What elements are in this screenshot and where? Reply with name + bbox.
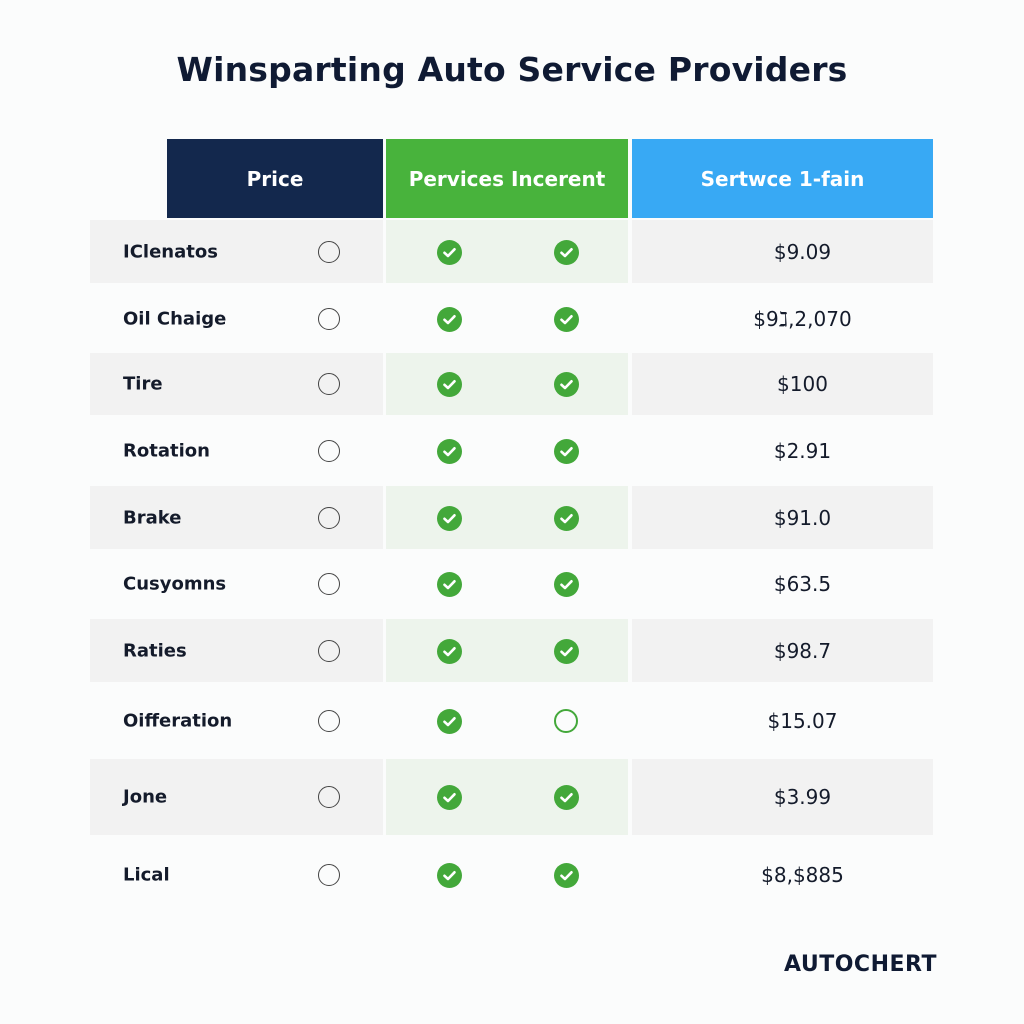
service-name-cell: Brake xyxy=(90,486,383,549)
price-value: $9.09 xyxy=(773,239,832,264)
radio-button[interactable] xyxy=(318,709,340,732)
price-value: $91.0 xyxy=(773,505,832,530)
check-circle-icon[interactable] xyxy=(437,505,462,531)
check-circle-icon[interactable] xyxy=(437,372,462,397)
table-row: IClenatos $9.09 xyxy=(90,220,933,283)
price-cell: $91.0 xyxy=(632,486,933,549)
service-name-cell: Tire xyxy=(90,353,383,415)
price-cell: $15.07 xyxy=(632,686,933,755)
check-circle-icon[interactable] xyxy=(554,505,579,531)
price-cell: $98.7 xyxy=(632,619,933,682)
service-name: Cusyomns xyxy=(123,573,227,595)
table-row: Tire $100 xyxy=(90,353,933,415)
table-row: Brake $91.0 xyxy=(90,486,933,549)
price-value: $8,$885 xyxy=(761,863,844,887)
check-circle-icon[interactable] xyxy=(437,708,462,734)
service-name-cell: Oil Chaige xyxy=(90,287,383,350)
check-circle-icon[interactable] xyxy=(554,306,579,332)
table-row: Rotation $2.91 xyxy=(90,419,933,482)
radio-button[interactable] xyxy=(318,373,340,395)
services-included-cell xyxy=(386,686,628,755)
price-value: $63.5 xyxy=(773,572,832,596)
price-cell: $9.09 xyxy=(632,220,933,283)
check-circle-icon[interactable] xyxy=(554,863,579,888)
column-header-price-label: Price xyxy=(246,166,304,191)
page-title: Winsparting Auto Service Providers xyxy=(176,50,848,89)
check-circle-icon[interactable] xyxy=(437,239,462,265)
price-cell: $3.99 xyxy=(632,759,933,835)
check-circle-icon[interactable] xyxy=(437,306,462,332)
price-value: $98.7 xyxy=(773,638,832,663)
column-header-price[interactable]: Price xyxy=(167,139,383,218)
column-header-service-alt-label: Sertwce 1-fain xyxy=(700,166,865,191)
services-included-cell xyxy=(386,619,628,682)
table-row: Raties $98.7 xyxy=(90,619,933,682)
services-included-cell xyxy=(386,759,628,835)
check-circle-icon[interactable] xyxy=(554,785,579,810)
service-name-cell: IClenatos xyxy=(90,220,383,283)
service-name-cell: Jone xyxy=(90,759,383,835)
price-value: $15.07 xyxy=(767,708,838,733)
service-name: Brake xyxy=(123,507,182,528)
check-circle-icon[interactable] xyxy=(554,239,579,265)
brand-logo: AUTOCHERT xyxy=(784,952,937,977)
service-name: Tire xyxy=(123,373,163,395)
service-name: Rotation xyxy=(123,440,210,461)
check-circle-icon[interactable] xyxy=(554,638,579,664)
services-included-cell xyxy=(386,486,628,549)
service-name-cell: Cusyomns xyxy=(90,553,383,615)
check-circle-icon[interactable] xyxy=(437,785,462,810)
check-circle-icon[interactable] xyxy=(437,572,462,597)
price-cell: $9ℷ,2,070 xyxy=(632,287,933,350)
radio-button[interactable] xyxy=(318,439,340,462)
radio-button[interactable] xyxy=(318,639,340,662)
service-name-cell: Rotation xyxy=(90,419,383,482)
price-cell: $100 xyxy=(632,353,933,415)
services-included-cell xyxy=(386,553,628,615)
radio-button[interactable] xyxy=(318,573,340,595)
empty-circle-icon[interactable] xyxy=(554,708,578,733)
check-circle-icon[interactable] xyxy=(437,438,462,464)
price-value: $3.99 xyxy=(773,785,832,809)
column-header-services-label: Pervices Incerent xyxy=(408,166,606,191)
price-cell: $8,$885 xyxy=(632,836,933,914)
service-name: Oil Chaige xyxy=(123,308,227,329)
radio-button[interactable] xyxy=(318,506,340,529)
price-cell: $2.91 xyxy=(632,419,933,482)
check-circle-icon[interactable] xyxy=(554,438,579,464)
service-name: Lical xyxy=(123,864,170,886)
service-name: Jone xyxy=(123,786,168,808)
check-circle-icon[interactable] xyxy=(554,372,579,397)
services-included-cell xyxy=(386,419,628,482)
services-included-cell xyxy=(386,836,628,914)
service-name: Oifferation xyxy=(123,710,233,731)
services-included-cell xyxy=(386,353,628,415)
table-row: Jone $3.99 xyxy=(90,759,933,835)
service-name-cell: Oifferation xyxy=(90,686,383,755)
table-row: Cusyomns $63.5 xyxy=(90,553,933,615)
services-included-cell xyxy=(386,287,628,350)
radio-button[interactable] xyxy=(318,307,340,330)
radio-button[interactable] xyxy=(318,240,340,263)
price-value: $2.91 xyxy=(773,438,832,463)
check-circle-icon[interactable] xyxy=(437,863,462,888)
services-included-cell xyxy=(386,220,628,283)
table-row: Oifferation $15.07 xyxy=(90,686,933,755)
service-name-cell: Lical xyxy=(90,836,383,914)
check-circle-icon[interactable] xyxy=(554,572,579,597)
radio-button[interactable] xyxy=(318,786,340,808)
column-header-service-alt[interactable]: Sertwce 1-fain xyxy=(632,139,933,218)
price-value: $9ℷ,2,070 xyxy=(753,306,852,331)
service-name: Raties xyxy=(123,640,187,661)
column-header-services[interactable]: Pervices Incerent xyxy=(386,139,628,218)
table-row: Oil Chaige $9ℷ,2,070 xyxy=(90,287,933,350)
service-name-cell: Raties xyxy=(90,619,383,682)
service-name: IClenatos xyxy=(123,241,218,262)
price-cell: $63.5 xyxy=(632,553,933,615)
check-circle-icon[interactable] xyxy=(437,638,462,664)
price-value: $100 xyxy=(777,372,828,396)
radio-button[interactable] xyxy=(318,864,340,886)
table-row: Lical $8,$885 xyxy=(90,836,933,914)
